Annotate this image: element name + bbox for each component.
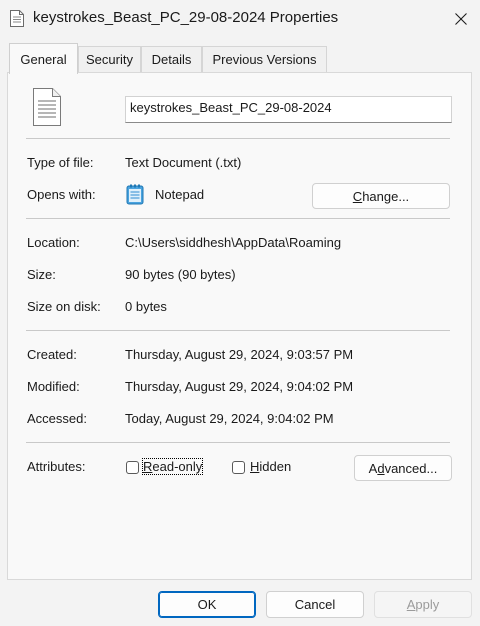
close-button[interactable] [442, 0, 480, 38]
readonly-label[interactable]: Read-only [141, 458, 204, 475]
separator [26, 138, 450, 139]
type-label: Type of file: [27, 155, 94, 170]
filename-input[interactable]: keystrokes_Beast_PC_29-08-2024 [125, 96, 452, 123]
button-label-accel: d [377, 460, 385, 476]
accessed-label: Accessed: [27, 411, 87, 426]
ok-button[interactable]: OK [158, 591, 256, 618]
text-file-icon [10, 10, 24, 27]
cancel-button[interactable]: Cancel [266, 591, 364, 618]
tab-label: Previous Versions [212, 52, 317, 67]
label-text: idden [259, 459, 292, 474]
label-accel: H [250, 459, 260, 474]
tab-label: General [20, 51, 67, 67]
tab-label: Details [151, 52, 192, 67]
accessed-value: Today, August 29, 2024, 9:04:02 PM [125, 411, 334, 426]
label-text: ead-only [152, 459, 203, 474]
opens-with-value: Notepad [155, 187, 205, 202]
close-icon [455, 13, 467, 25]
tab-label: Security [86, 52, 133, 67]
button-label: vanced... [384, 460, 438, 476]
button-label: Cancel [294, 597, 336, 612]
change-button[interactable]: Change... [312, 183, 450, 209]
created-value: Thursday, August 29, 2024, 9:03:57 PM [125, 347, 354, 362]
tab-previous-versions[interactable]: Previous Versions [202, 46, 327, 72]
size-on-disk-value: 0 bytes [125, 299, 167, 314]
label-accel: R [143, 459, 153, 474]
button-label-accel: C [352, 188, 363, 204]
modified-label: Modified: [27, 379, 80, 394]
tab-general[interactable]: General [9, 43, 78, 74]
text-file-icon [33, 88, 61, 126]
advanced-button[interactable]: Ad vanced... [354, 455, 452, 481]
tab-security[interactable]: Security [78, 46, 141, 72]
location-label: Location: [27, 235, 80, 250]
location-value: C:\Users\siddhesh\AppData\Roaming [125, 235, 342, 250]
separator [26, 442, 450, 443]
opens-with-label: Opens with: [27, 187, 96, 202]
size-label: Size: [27, 267, 56, 282]
general-panel [7, 72, 472, 580]
button-label: pply [415, 597, 440, 612]
separator [26, 330, 450, 331]
created-label: Created: [27, 347, 77, 362]
button-label: hange... [362, 188, 410, 204]
button-label: A [368, 460, 378, 476]
tab-details[interactable]: Details [141, 46, 202, 72]
size-on-disk-label: Size on disk: [27, 299, 101, 314]
size-value: 90 bytes (90 bytes) [125, 267, 236, 282]
button-label: OK [197, 597, 217, 612]
hidden-label[interactable]: Hidden [250, 459, 291, 474]
apply-button[interactable]: Apply [374, 591, 472, 618]
window-title: keystrokes_Beast_PC_29-08-2024 Propertie… [33, 9, 339, 26]
title-bar: keystrokes_Beast_PC_29-08-2024 Propertie… [0, 0, 480, 38]
separator [26, 218, 450, 219]
button-label-accel: A [406, 597, 416, 612]
type-value: Text Document (.txt) [125, 155, 242, 170]
attributes-label: Attributes: [27, 459, 86, 474]
notepad-icon [126, 184, 144, 205]
readonly-checkbox[interactable] [126, 461, 139, 474]
hidden-checkbox[interactable] [232, 461, 245, 474]
modified-value: Thursday, August 29, 2024, 9:04:02 PM [125, 379, 354, 394]
